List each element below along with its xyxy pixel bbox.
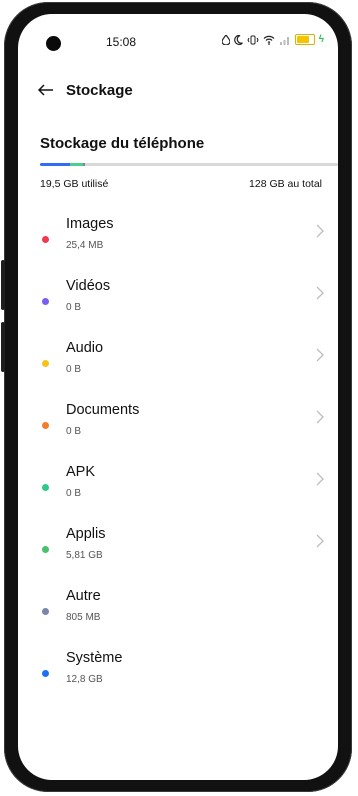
category-size: 5,81 GB [66,550,103,561]
wifi-icon [263,35,275,45]
usage-segment [69,163,84,166]
category-row-documents[interactable]: Documents 0 B [18,398,338,460]
charging-icon: ϟ [318,34,324,45]
usage-segment [40,163,70,166]
category-color-dot [42,608,49,615]
category-color-dot [42,484,49,491]
category-row-apk[interactable]: APK 0 B [18,460,338,522]
volume-button [1,260,5,310]
category-size: 0 B [66,302,82,313]
status-time: 15:08 [106,35,137,49]
chevron-right-icon [316,410,324,429]
category-size: 25,4 MB [66,240,104,251]
category-size: 0 B [66,488,82,499]
signal-icon [279,36,289,45]
battery-icon [294,34,315,45]
category-color-dot [42,546,49,553]
section-title: Stockage du téléphone [40,135,205,152]
page-title: Stockage [66,82,133,99]
phone-frame: 15:08 ϟ Stockage Stockage du téléphone 1… [1,2,352,792]
back-arrow-icon[interactable] [37,80,66,101]
chevron-right-icon [316,286,324,305]
category-size: 805 MB [66,612,101,623]
category-list: Images 25,4 MB Vidéos 0 B Audio 0 B Documents 0… [18,212,338,708]
water-drop-icon [221,34,230,45]
category-color-dot [42,422,49,429]
category-size: 12,8 GB [66,674,103,685]
chevron-right-icon [316,348,324,367]
moon-icon [233,34,243,45]
category-label: APK [66,464,96,480]
app-header: Stockage [37,80,133,101]
screen: 15:08 ϟ Stockage Stockage du téléphone 1… [18,14,338,780]
usage-segment [83,163,86,166]
vibrate-icon [247,35,259,44]
chevron-right-icon [316,472,324,491]
category-label: Documents [66,402,140,418]
status-bar: 15:08 ϟ [18,14,338,74]
category-color-dot [42,360,49,367]
category-row-applis[interactable]: Applis 5,81 GB [18,522,338,584]
category-label: Système [66,650,123,666]
category-label: Autre [66,588,101,604]
chevron-right-icon [316,224,324,243]
category-row-images[interactable]: Images 25,4 MB [18,212,338,274]
category-size: 0 B [66,426,82,437]
total-storage: 128 GB au total [249,178,322,190]
status-icons: ϟ [221,34,324,45]
chevron-right-icon [316,534,324,553]
category-color-dot [42,298,49,305]
category-label: Applis [66,526,106,542]
category-label: Images [66,216,114,232]
power-button [1,322,5,372]
category-label: Vidéos [66,278,111,294]
category-size: 0 B [66,364,82,375]
front-camera [46,36,61,51]
category-row-vidéos[interactable]: Vidéos 0 B [18,274,338,336]
category-row-audio[interactable]: Audio 0 B [18,336,338,398]
category-color-dot [42,236,49,243]
used-storage: 19,5 GB utilisé [40,178,109,190]
category-row-système: Système 12,8 GB [18,646,338,708]
category-row-autre: Autre 805 MB [18,584,338,646]
category-label: Audio [66,340,104,356]
category-color-dot [42,670,49,677]
storage-usage-bar [40,163,338,166]
